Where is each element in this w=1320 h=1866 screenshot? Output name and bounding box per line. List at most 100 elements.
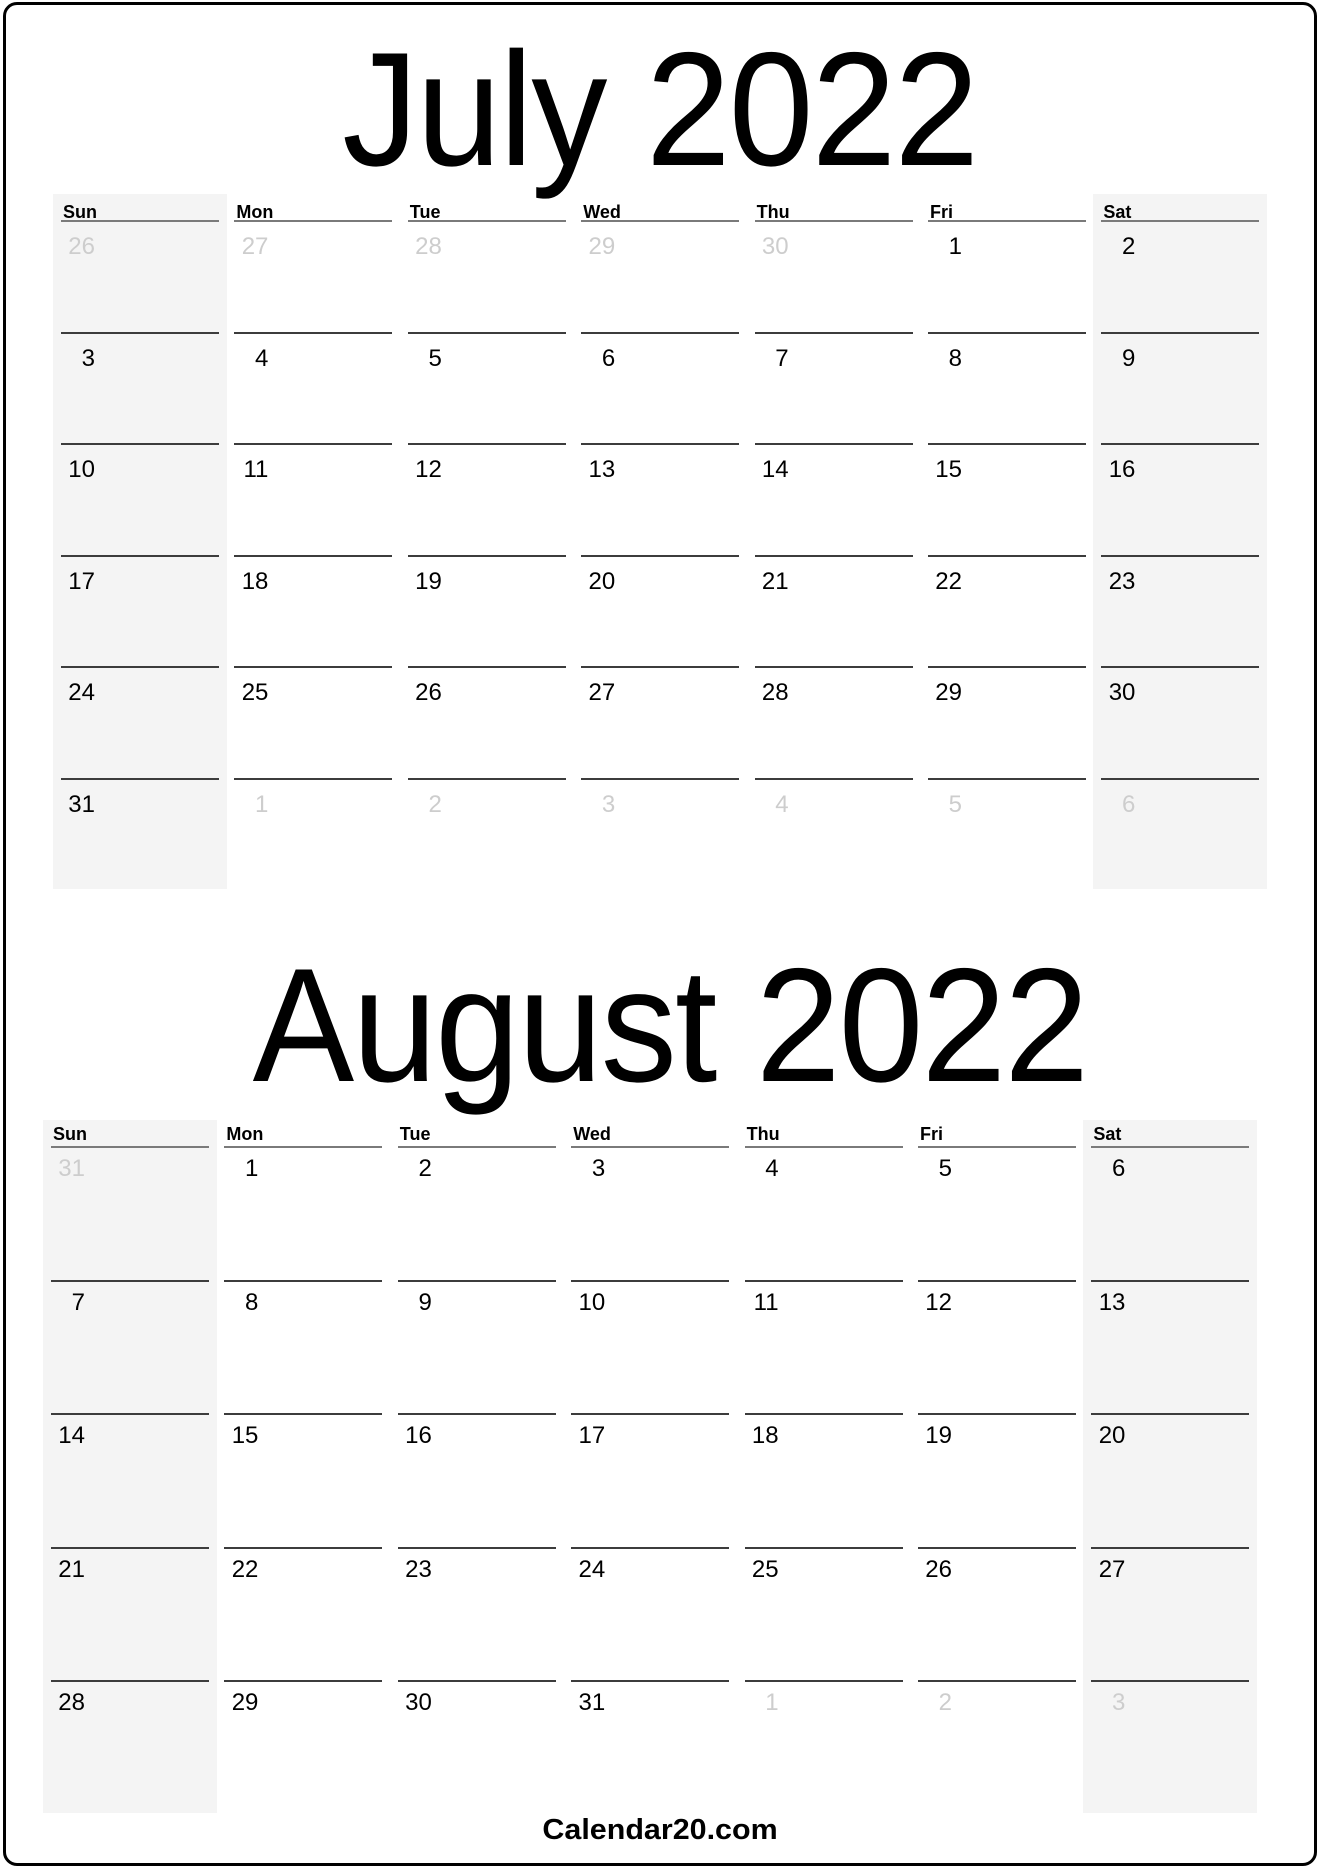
weekday-header: Mon — [226, 1124, 264, 1144]
week-divider — [51, 1413, 209, 1415]
weekday-column-wed: Wed 3 10 17 24 31 — [563, 1120, 737, 1813]
weekday-header: Mon — [236, 202, 274, 222]
day-number: 9 — [1122, 344, 1136, 372]
day-number: 21 — [761, 567, 789, 595]
header-divider — [1091, 1146, 1250, 1148]
day-number-outside-month: 3 — [1112, 1689, 1126, 1716]
week-divider — [754, 331, 913, 334]
day-number: 3 — [81, 344, 95, 372]
day-number-outside-month: 3 — [601, 790, 616, 818]
week-divider — [571, 1279, 730, 1282]
header-divider — [1101, 220, 1260, 222]
week-divider — [224, 1413, 383, 1415]
weekday-header: Thu — [756, 202, 790, 222]
week-divider — [918, 1279, 1076, 1282]
day-number: 12 — [925, 1288, 952, 1316]
week-divider — [1101, 443, 1260, 445]
weekday-column-mon: Mon 1 8 15 22 29 — [216, 1120, 390, 1813]
day-number: 16 — [405, 1422, 432, 1449]
week-divider — [928, 331, 1086, 334]
month-title-august: August 2022 — [252, 935, 1089, 1116]
day-number: 7 — [71, 1288, 85, 1316]
day-number: 12 — [415, 456, 442, 483]
day-number: 14 — [58, 1422, 85, 1449]
header-divider — [234, 220, 393, 222]
week-divider — [61, 777, 219, 780]
weekday-column-sun: Sun 26 3 10 17 24 31 — [53, 194, 227, 889]
day-number-outside-month: 1 — [765, 1689, 779, 1716]
week-divider — [1091, 1680, 1250, 1682]
day-number-outside-month: 5 — [948, 790, 962, 818]
day-number-outside-month: 30 — [761, 233, 789, 260]
day-number: 31 — [578, 1689, 606, 1716]
day-number: 17 — [68, 567, 95, 595]
day-number: 14 — [761, 456, 789, 483]
week-divider — [1091, 1546, 1250, 1549]
header-divider — [224, 1146, 383, 1148]
day-number: 28 — [761, 679, 789, 706]
weekday-header: Tue — [409, 202, 441, 222]
day-number: 10 — [68, 456, 95, 483]
day-number-outside-month: 2 — [428, 790, 442, 818]
day-number: 1 — [245, 1155, 259, 1182]
day-number: 18 — [241, 567, 269, 595]
header-divider — [407, 220, 566, 222]
day-number: 4 — [255, 344, 269, 372]
day-number: 4 — [765, 1155, 779, 1182]
day-number: 10 — [578, 1288, 606, 1316]
header-divider — [397, 1146, 556, 1148]
day-number: 19 — [415, 567, 442, 595]
day-number: 6 — [601, 344, 616, 372]
day-number: 5 — [938, 1155, 952, 1182]
week-divider — [61, 443, 219, 445]
day-number: 30 — [405, 1689, 432, 1716]
day-number: 11 — [753, 1288, 779, 1316]
week-divider — [928, 554, 1086, 557]
weekday-column-sun: Sun 31 7 14 21 28 — [43, 1120, 217, 1813]
week-divider — [928, 777, 1086, 780]
header-divider — [51, 1146, 209, 1148]
weekday-column-thu: Thu 4 11 18 25 1 — [737, 1120, 911, 1813]
week-divider — [754, 777, 913, 780]
day-number: 16 — [1108, 456, 1136, 483]
weekday-column-wed: Wed 29 6 13 20 27 3 — [573, 194, 747, 889]
week-divider — [754, 666, 913, 668]
weekday-header: Fri — [920, 1124, 944, 1144]
day-number: 29 — [231, 1689, 259, 1716]
day-number: 31 — [68, 790, 95, 818]
weekday-header: Tue — [399, 1124, 431, 1144]
week-divider — [397, 1680, 556, 1682]
week-divider — [744, 1279, 903, 1282]
site-footer: Calendar20.com — [0, 1816, 1320, 1845]
day-number: 5 — [428, 344, 442, 372]
weekday-header: Sat — [1093, 1124, 1122, 1144]
day-number: 26 — [925, 1555, 952, 1583]
week-divider — [234, 777, 393, 780]
day-number: 3 — [591, 1155, 606, 1182]
weekday-header: Wed — [573, 1124, 611, 1144]
week-divider — [234, 554, 393, 557]
day-number-outside-month: 28 — [415, 233, 442, 260]
week-divider — [397, 1279, 556, 1282]
day-number: 21 — [58, 1555, 85, 1583]
weekday-column-tue: Tue 2 9 16 23 30 — [390, 1120, 564, 1813]
header-divider — [581, 220, 740, 222]
week-divider — [1101, 554, 1260, 557]
week-divider — [61, 554, 219, 557]
day-number: 15 — [935, 456, 962, 483]
day-number: 15 — [231, 1422, 259, 1449]
day-number-outside-month: 29 — [588, 233, 616, 260]
day-number: 27 — [1098, 1555, 1126, 1583]
day-number: 23 — [1108, 567, 1136, 595]
week-divider — [51, 1279, 209, 1282]
header-divider — [918, 1146, 1076, 1148]
weekday-column-thu: Thu 30 7 14 21 28 4 — [747, 194, 921, 889]
week-divider — [571, 1546, 730, 1549]
weekday-column-mon: Mon 27 4 11 18 25 1 — [226, 194, 400, 889]
week-divider — [61, 666, 219, 668]
day-number: 26 — [415, 679, 442, 706]
week-divider — [581, 331, 740, 334]
week-divider — [407, 666, 566, 668]
day-number: 19 — [925, 1422, 952, 1449]
week-divider — [1101, 331, 1260, 334]
